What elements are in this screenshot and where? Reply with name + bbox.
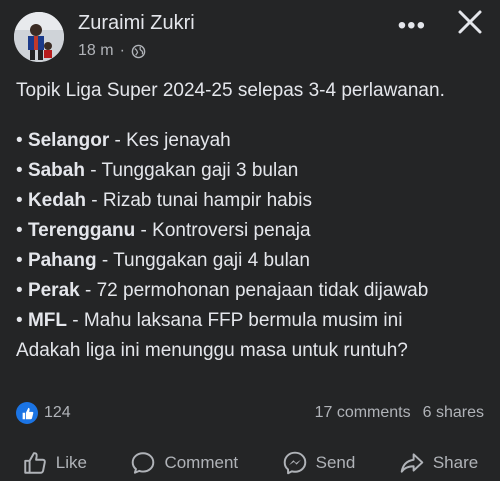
thumbs-up-icon	[24, 452, 46, 474]
comment-label: Comment	[164, 453, 239, 472]
messenger-icon	[283, 451, 306, 475]
public-globe-icon	[131, 44, 146, 58]
list-item: • Selangor - Kes jenayah	[16, 130, 231, 151]
team-name: Pahang	[27, 250, 97, 271]
team-name: Selangor	[27, 130, 110, 151]
post-body: Topik Liga Super 2024-25 selepas 3-4 per…	[16, 76, 490, 366]
reaction-count: 124	[44, 404, 71, 421]
team-issue: - Mahu laksana FFP bermula musim ini	[66, 310, 403, 331]
team-issue: - Tunggakan gaji 3 bulan	[84, 160, 299, 181]
like-label: Like	[55, 453, 87, 472]
send-button[interactable]: Send	[282, 450, 356, 476]
team-issue: - Kontroversi penaja	[135, 220, 311, 241]
team-issue: - Kes jenayah	[109, 130, 231, 151]
post-closing: Adakah liga ini menunggu masa untuk runt…	[16, 340, 408, 361]
team-name: Perak	[27, 280, 80, 301]
comment-button[interactable]: Comment	[130, 450, 238, 476]
team-name: Sabah	[27, 160, 85, 181]
close-icon[interactable]	[454, 6, 486, 38]
meta-separator: ·	[119, 42, 125, 59]
share-button[interactable]: Share	[399, 450, 478, 476]
send-label: Send	[315, 453, 356, 472]
list-item: • Sabah - Tunggakan gaji 3 bulan	[16, 160, 299, 181]
comments-count[interactable]: 17 comments	[315, 404, 411, 422]
team-name: MFL	[27, 310, 67, 331]
reaction-summary[interactable]: 124	[16, 402, 71, 424]
list-item: • Perak - 72 permohonan penajaan tidak d…	[16, 280, 429, 301]
like-reaction-icon	[16, 402, 38, 424]
like-button[interactable]: Like	[22, 450, 87, 476]
action-bar: Like Comment Send Share	[0, 446, 500, 480]
more-options-icon[interactable]: •••	[398, 12, 426, 40]
team-issue: - Rizab tunai hampir habis	[86, 190, 313, 211]
comment-icon	[132, 452, 155, 474]
list-item: • Kedah - Rizab tunai hampir habis	[16, 190, 313, 211]
share-arrow-icon	[400, 453, 424, 473]
list-item: • Terengganu - Kontroversi penaja	[16, 220, 311, 241]
shares-count[interactable]: 6 shares	[423, 404, 484, 422]
list-item: • Pahang - Tunggakan gaji 4 bulan	[16, 250, 310, 271]
author-avatar[interactable]	[14, 12, 64, 62]
post-time[interactable]: 18 m	[78, 42, 114, 60]
issues-list: • Selangor - Kes jenayah • Sabah - Tungg…	[16, 126, 490, 336]
author-name[interactable]: Zuraimi Zukri	[78, 12, 195, 35]
team-name: Terengganu	[27, 220, 136, 241]
engagement-stats: 17 comments 6 shares	[315, 404, 484, 422]
team-issue: - Tunggakan gaji 4 bulan	[96, 250, 310, 271]
team-issue: - 72 permohonan penajaan tidak dijawab	[79, 280, 429, 301]
team-name: Kedah	[27, 190, 87, 211]
post-intro: Topik Liga Super 2024-25 selepas 3-4 per…	[16, 80, 445, 101]
share-label: Share	[432, 453, 479, 472]
post-meta: 18 m ·	[78, 42, 146, 60]
list-item: • MFL - Mahu laksana FFP bermula musim i…	[16, 310, 403, 331]
